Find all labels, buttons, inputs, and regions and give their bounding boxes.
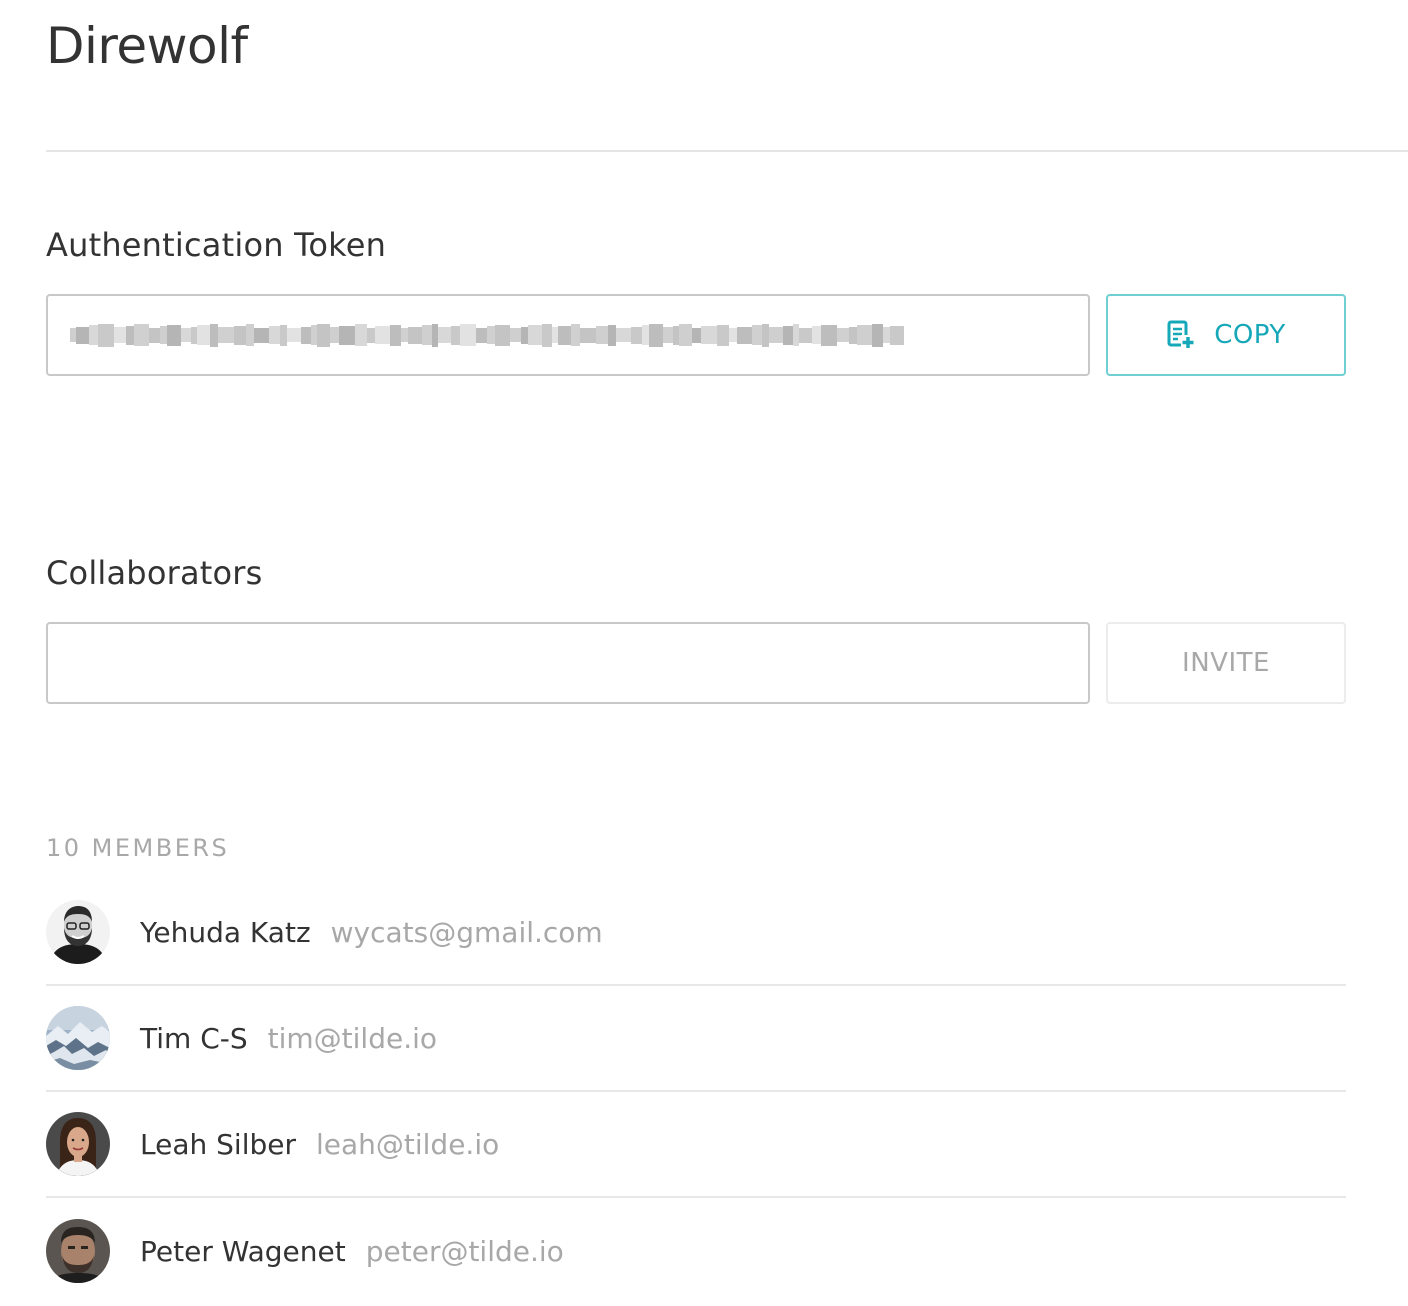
token-blur-block	[180, 328, 191, 342]
token-blur-block	[596, 326, 609, 344]
token-blur-block	[849, 326, 858, 344]
token-blur-block	[400, 328, 408, 342]
token-blurred-value	[70, 320, 904, 350]
token-blur-block	[88, 325, 98, 345]
token-blur-block	[374, 326, 390, 344]
token-blur-block	[580, 327, 597, 343]
token-blur-block	[269, 326, 281, 344]
token-blur-block	[254, 327, 270, 343]
token-blur-block	[812, 326, 822, 344]
token-blur-block	[133, 324, 149, 346]
member-row: Leah Silber leah@tilde.io	[46, 1092, 1346, 1198]
token-blur-block	[716, 324, 729, 346]
member-list: Yehuda Katz wycats@gmail.com Tim C-S tim…	[46, 880, 1346, 1304]
title-divider	[46, 150, 1408, 152]
token-blur-block	[700, 326, 717, 344]
token-blur-block	[354, 324, 367, 346]
token-blur-block	[528, 325, 543, 345]
token-blur-block	[234, 325, 247, 345]
token-blur-block	[301, 326, 312, 344]
member-email: peter@tilde.io	[365, 1234, 564, 1268]
collaborator-input[interactable]	[46, 622, 1090, 704]
member-row: Yehuda Katz wycats@gmail.com	[46, 880, 1346, 986]
collaborators-heading: Collaborators	[46, 554, 263, 592]
token-blur-block	[872, 323, 884, 347]
invite-button-label: INVITE	[1182, 648, 1270, 678]
token-blur-block	[736, 326, 752, 344]
member-email: tim@tilde.io	[267, 1021, 438, 1055]
avatar-woman	[46, 1112, 110, 1176]
auth-token-field[interactable]	[46, 294, 1090, 376]
members-count: 10 MEMBERS	[46, 834, 230, 862]
member-row: Tim C-S tim@tilde.io	[46, 986, 1346, 1092]
token-blur-block	[113, 327, 126, 343]
invite-button[interactable]: INVITE	[1106, 622, 1346, 704]
token-blur-block	[678, 324, 692, 346]
token-blur-block	[608, 324, 617, 346]
token-blur-block	[641, 325, 649, 345]
copy-button-label: COPY	[1214, 320, 1286, 350]
copy-button[interactable]: COPY	[1106, 294, 1346, 376]
member-name: Leah Silber	[140, 1127, 296, 1161]
token-blur-block	[616, 328, 631, 342]
token-blur-block	[209, 323, 219, 347]
token-blur-block	[571, 324, 581, 346]
token-blur-block	[421, 325, 432, 345]
token-blur-block	[783, 325, 794, 345]
token-blur-block	[857, 325, 873, 345]
member-email: wycats@gmail.com	[330, 915, 603, 949]
token-blur-block	[762, 323, 770, 347]
token-blur-block	[890, 325, 904, 345]
avatar-mountain-landscape	[46, 1006, 110, 1070]
token-blur-block	[97, 323, 114, 347]
token-blur-block	[159, 326, 167, 344]
token-blur-block	[75, 326, 89, 344]
token-blur-block	[450, 325, 460, 345]
clipboard-add-icon	[1166, 320, 1196, 350]
token-blur-block	[317, 323, 331, 347]
token-blur-block	[339, 325, 355, 345]
member-name: Tim C-S	[140, 1021, 248, 1055]
token-blur-block	[510, 328, 522, 342]
token-blur-block	[459, 324, 476, 346]
token-blur-block	[630, 326, 642, 344]
token-blur-block	[495, 324, 511, 346]
token-blur-block	[287, 328, 302, 342]
token-blur-block	[125, 325, 134, 345]
token-blur-block	[330, 327, 340, 343]
token-blur-block	[883, 327, 891, 343]
page-title: Direwolf	[46, 17, 248, 75]
token-blur-block	[407, 326, 422, 344]
token-blur-block	[662, 327, 673, 343]
token-blur-block	[148, 327, 160, 343]
token-blur-block	[475, 327, 488, 343]
token-blur-block	[769, 327, 784, 343]
token-blur-block	[521, 326, 529, 344]
avatar-man	[46, 1219, 110, 1283]
token-blur-block	[821, 324, 838, 346]
token-blur-block	[246, 324, 255, 346]
avatar-bearded-man	[46, 900, 110, 964]
token-blur-block	[366, 327, 375, 343]
auth-token-heading: Authentication Token	[46, 226, 387, 264]
token-blur-block	[487, 326, 496, 344]
token-blur-block	[280, 324, 288, 346]
token-blur-block	[837, 328, 850, 342]
token-blur-block	[799, 327, 813, 343]
token-blur-block	[437, 327, 451, 343]
token-blur-block	[751, 325, 763, 345]
token-blur-block	[558, 325, 572, 345]
token-blur-block	[728, 328, 737, 342]
member-email: leah@tilde.io	[315, 1127, 500, 1161]
token-blur-block	[196, 325, 210, 345]
member-name: Yehuda Katz	[140, 915, 311, 949]
token-blur-block	[389, 324, 401, 346]
member-row: Peter Wagenet peter@tilde.io	[46, 1198, 1346, 1304]
token-blur-block	[542, 323, 553, 347]
token-blur-block	[648, 323, 663, 347]
member-name: Peter Wagenet	[140, 1234, 346, 1268]
token-blur-block	[218, 327, 235, 343]
token-blur-block	[166, 324, 181, 346]
token-blur-block	[691, 327, 701, 343]
